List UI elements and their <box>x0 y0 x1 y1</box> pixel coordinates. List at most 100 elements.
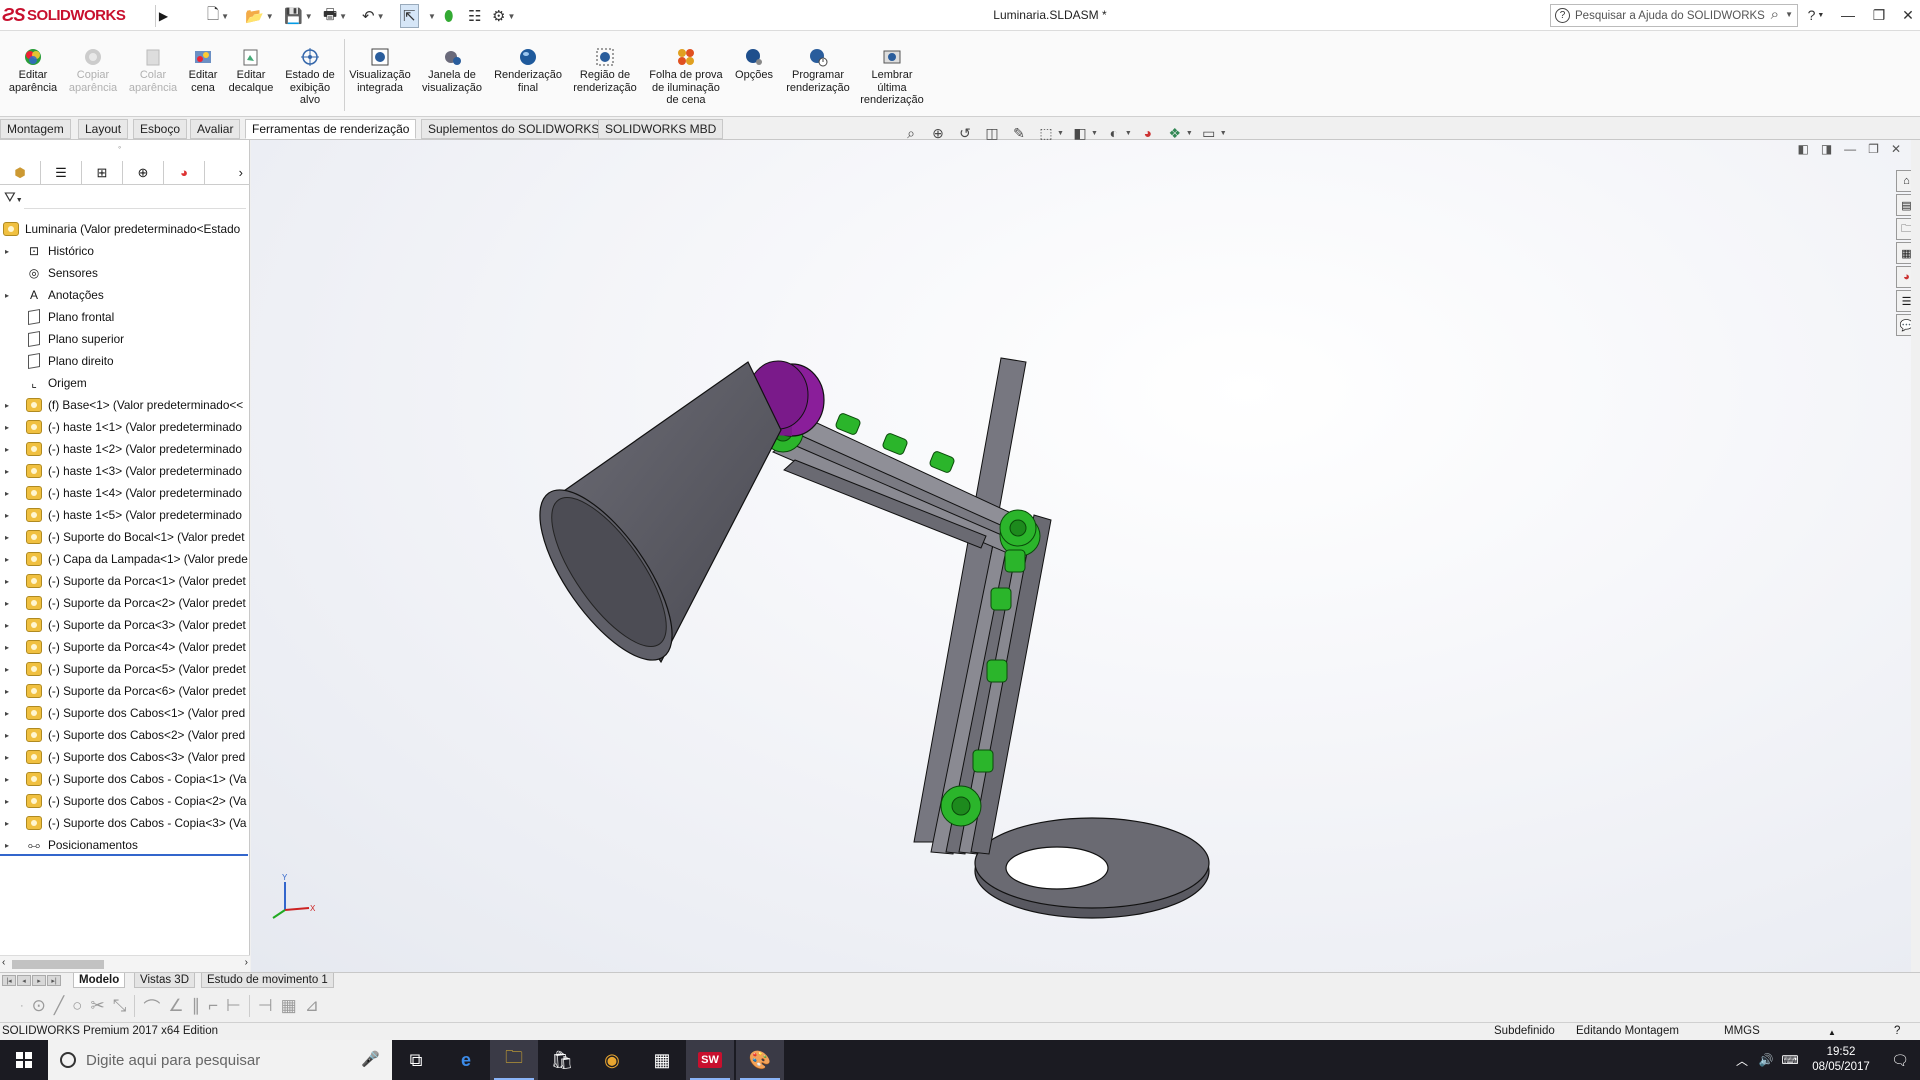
expand-arrow-icon[interactable]: ▸ <box>5 291 15 300</box>
search-icon[interactable]: ⌕ <box>1771 6 1779 23</box>
apply-scene-icon[interactable]: ❖ <box>1164 123 1186 143</box>
tree-root-assembly[interactable]: Luminaria (Valor predeterminado<Estado <box>0 218 250 240</box>
expand-arrow-icon[interactable]: ▸ <box>5 621 15 630</box>
hide-show-items-icon[interactable]: ◐ <box>1103 123 1125 143</box>
lamp-base[interactable] <box>974 817 1210 919</box>
prev-tab-icon[interactable]: ◂ <box>17 975 31 986</box>
tree-item[interactable]: ▸ (-) Suporte da Porca<1> (Valor predet <box>0 570 250 592</box>
section-view-icon[interactable]: ◫ <box>981 123 1003 143</box>
grid-icon[interactable]: ▦ <box>281 996 297 1016</box>
expand-arrow-icon[interactable]: ▸ <box>5 731 15 740</box>
view-orientation-icon[interactable]: ⬚ <box>1035 123 1057 143</box>
paste-appearance-button[interactable]: Colar aparência <box>124 47 182 94</box>
edit-appearance-hud-icon[interactable]: ◕ <box>1137 123 1159 143</box>
options-button[interactable]: ⚙ ▼ <box>492 4 515 28</box>
expand-arrow-icon[interactable]: ▸ <box>5 775 15 784</box>
expand-arrow-icon[interactable]: ▸ <box>5 555 15 564</box>
tree-item[interactable]: ▸ (-) Suporte da Porca<4> (Valor predet <box>0 636 250 658</box>
graphics-area[interactable]: ◧ ◨ — ❐ ✕ Y X <box>251 140 1911 972</box>
tree-item[interactable]: ◎ Sensores <box>0 262 250 284</box>
calculator-icon[interactable]: ▦ <box>638 1040 686 1080</box>
new-document-button[interactable]: 🗋 ▼ <box>207 4 229 28</box>
close-button[interactable]: ✕ <box>1895 4 1920 26</box>
tree-item[interactable]: ▸ (-) Suporte do Bocal<1> (Valor predet <box>0 526 250 548</box>
corner-icon[interactable]: ⌐ <box>208 996 218 1016</box>
minimize-button[interactable]: — <box>1835 4 1861 26</box>
filter-icon[interactable]: ⛛▼ <box>4 189 23 206</box>
unit-system[interactable]: MMGS <box>1724 1025 1760 1037</box>
file-explorer-taskbar-icon[interactable]: 🗀 <box>490 1040 538 1080</box>
edit-scene-button[interactable]: Editar cena <box>182 47 224 94</box>
clock[interactable]: 19:52 08/05/2017 <box>1802 1045 1880 1075</box>
edge-browser-icon[interactable]: e <box>442 1040 490 1080</box>
solidworks-logo[interactable]: ƧS SOLIDWORKS <box>2 2 154 28</box>
tree-item[interactable]: ⌞ Origem <box>0 372 250 394</box>
expand-arrow-icon[interactable]: ▸ <box>5 709 15 718</box>
angle-dimension-icon[interactable]: ⊿ <box>305 996 319 1016</box>
microphone-icon[interactable]: 🎤 <box>361 1050 380 1068</box>
integrated-preview-button[interactable]: Visualização integrada <box>346 47 414 94</box>
taskbar-search-box[interactable]: Digite aqui para pesquisar 🎤 <box>48 1040 392 1080</box>
dimension-icon[interactable]: ⊢ <box>226 996 241 1016</box>
expand-arrow-icon[interactable]: ▸ <box>5 797 15 806</box>
display-manager-tab[interactable]: ◕ <box>164 161 205 184</box>
horizontal-dimension-icon[interactable]: ⊣ <box>258 996 273 1016</box>
tree-item[interactable]: Plano superior <box>0 328 250 350</box>
select-dropdown[interactable]: ▼ <box>426 4 436 28</box>
tree-item[interactable]: ▸ ⊡ Histórico <box>0 240 250 262</box>
tree-item[interactable]: ▸ (-) Suporte da Porca<6> (Valor predet <box>0 680 250 702</box>
tree-item[interactable]: ▸ (-) Suporte dos Cabos - Copia<1> (Va <box>0 768 250 790</box>
trim-icon[interactable]: ✂ <box>90 996 104 1016</box>
expand-arrow-icon[interactable]: ▸ <box>5 577 15 586</box>
tree-item[interactable]: ▸ (-) Suporte dos Cabos<3> (Valor pred <box>0 746 250 768</box>
view-settings-icon[interactable]: ▭ <box>1198 123 1220 143</box>
volume-icon[interactable]: 🔊 <box>1754 1053 1778 1067</box>
tab-ferramentas-de-renderizacao[interactable]: Ferramentas de renderização <box>245 119 417 139</box>
tree-item[interactable]: ▸ ⧟ Posicionamentos <box>0 834 250 856</box>
expand-arrow-icon[interactable]: ▸ <box>5 247 15 256</box>
render-region-button[interactable]: Região de renderização <box>568 47 642 94</box>
tree-item[interactable]: Plano frontal <box>0 306 250 328</box>
last-tab-icon[interactable]: ▸| <box>47 975 61 986</box>
show-hidden-icons-icon[interactable]: ︿ <box>1730 1052 1754 1069</box>
scroll-thumb[interactable] <box>12 960 104 969</box>
zoom-to-fit-icon[interactable]: ⌕ <box>900 123 922 143</box>
expand-arrow-icon[interactable]: ▸ <box>5 511 15 520</box>
expand-arrow-icon[interactable]: ▸ <box>5 665 15 674</box>
tree-item[interactable]: ▸ (-) haste 1<5> (Valor predeterminado <box>0 504 250 526</box>
expand-arrow-icon[interactable]: ▸ <box>5 401 15 410</box>
tree-item[interactable]: ▸ (-) haste 1<1> (Valor predeterminado <box>0 416 250 438</box>
horizontal-scrollbar[interactable]: ‹ › <box>0 955 250 972</box>
edit-appearance-button[interactable]: Editar aparência <box>4 47 62 94</box>
tree-item[interactable]: ▸ (-) Suporte dos Cabos - Copia<3> (Va <box>0 812 250 834</box>
tree-item[interactable]: ▸ (-) Capa da Lampada<1> (Valor prede <box>0 548 250 570</box>
scene-illumination-proof-button[interactable]: Folha de prova de iluminação de cena <box>644 47 728 107</box>
circle-center-icon[interactable]: ⊙ <box>32 996 46 1016</box>
configuration-manager-tab[interactable]: ⊞ <box>82 161 123 184</box>
tab-solidworks-mbd[interactable]: SOLIDWORKS MBD <box>598 119 724 139</box>
start-button[interactable] <box>0 1040 48 1080</box>
task-view-icon[interactable]: ⧉ <box>392 1040 440 1080</box>
quick-tips-icon[interactable]: ? <box>1894 1025 1900 1037</box>
tab-layout[interactable]: Layout <box>78 119 129 139</box>
expand-arrow-icon[interactable]: ▸ <box>5 445 15 454</box>
dynamic-annotation-icon[interactable]: ✎ <box>1008 123 1030 143</box>
taskbar-search-input[interactable]: Digite aqui para pesquisar <box>86 1052 260 1069</box>
vertical-scrollbar[interactable] <box>1911 140 1920 972</box>
select-button[interactable]: ⇱ <box>400 4 419 28</box>
edit-decal-button[interactable]: Editar decalque <box>224 47 278 94</box>
tab-montagem[interactable]: Montagem <box>0 119 71 139</box>
final-render-button[interactable]: Renderização final <box>490 47 566 94</box>
tree-item[interactable]: ▸ (-) Suporte da Porca<5> (Valor predet <box>0 658 250 680</box>
feature-manager-tab[interactable]: ⬢ <box>0 161 41 184</box>
tree-item[interactable]: ▸ A Anotações <box>0 284 250 306</box>
open-button[interactable]: 📂 ▼ <box>245 4 274 28</box>
menu-expand-arrow[interactable]: ▶ <box>155 5 171 27</box>
scroll-left-icon[interactable]: ‹ <box>2 957 5 968</box>
tab-vistas-3d[interactable]: Vistas 3D <box>134 973 196 988</box>
expand-arrow-icon[interactable]: ▸ <box>5 753 15 762</box>
tree-item[interactable]: Plano direito <box>0 350 250 372</box>
scroll-right-icon[interactable]: › <box>245 957 248 968</box>
lower-arm[interactable] <box>913 357 1052 855</box>
expand-arrow-icon[interactable]: ▸ <box>5 423 15 432</box>
